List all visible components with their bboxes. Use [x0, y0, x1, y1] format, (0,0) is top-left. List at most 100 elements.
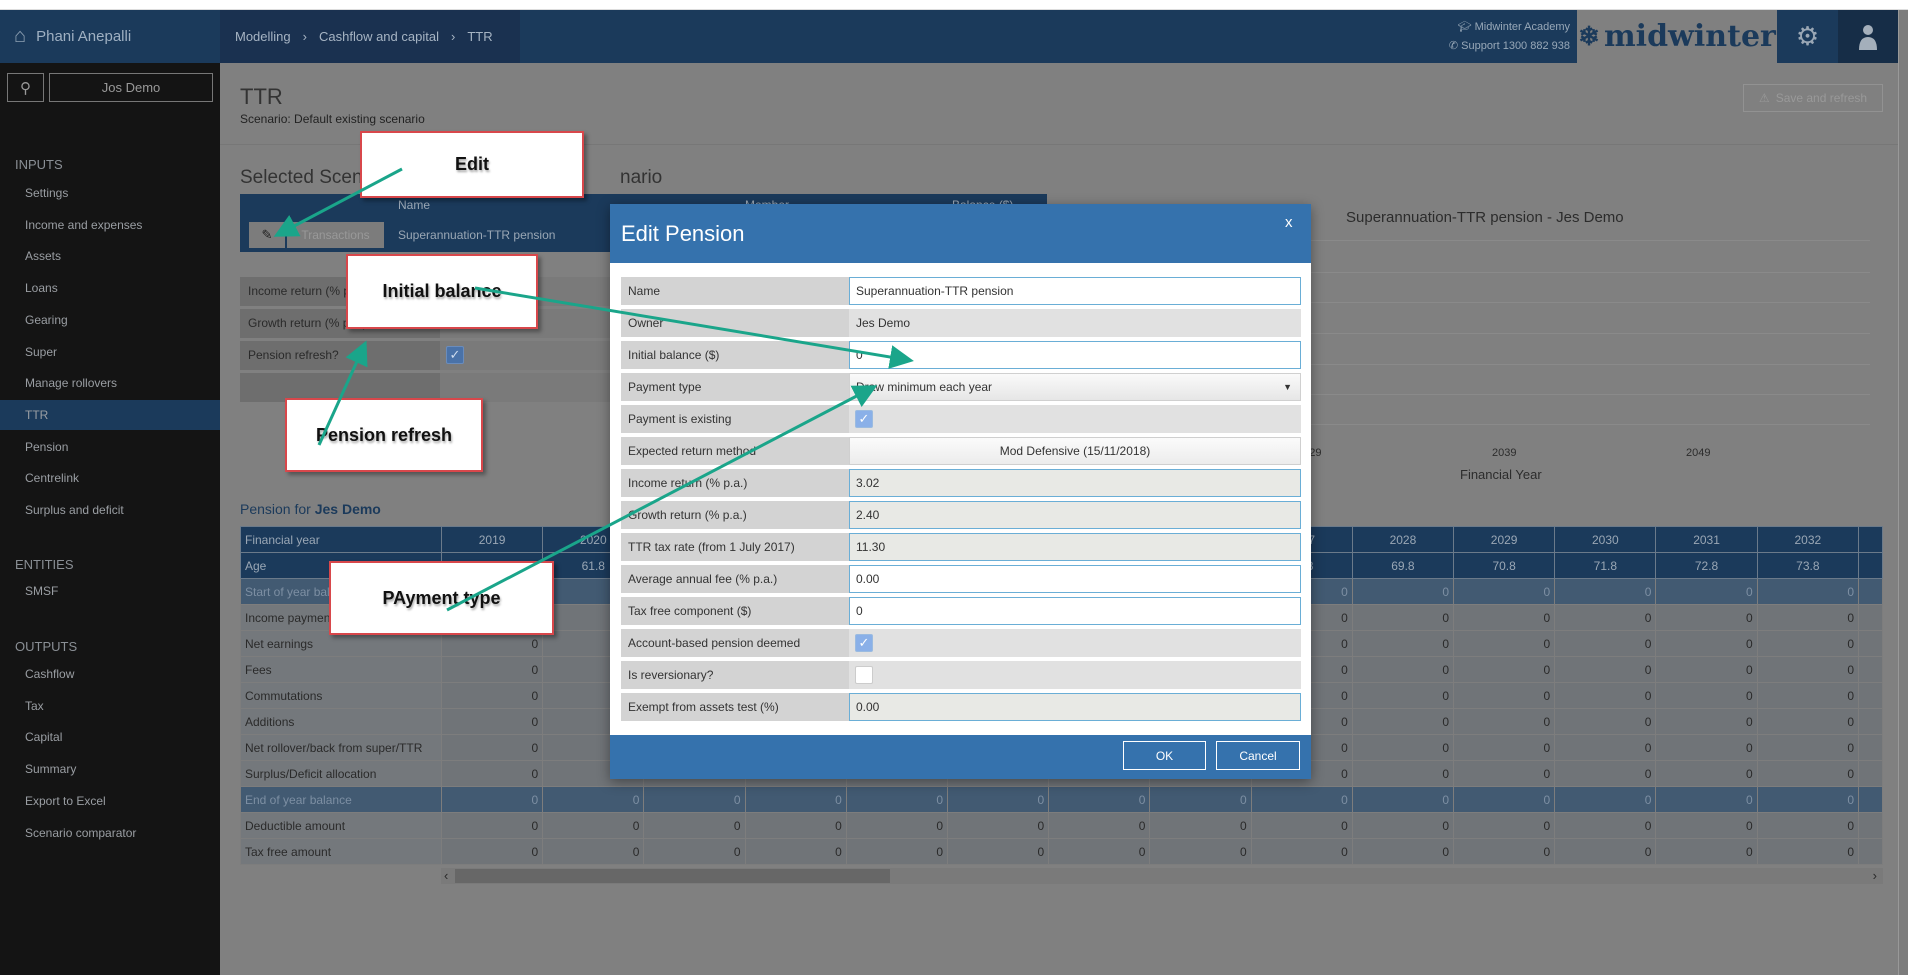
table-cell: 0: [440, 656, 544, 683]
sidebar-item-capital[interactable]: Capital: [0, 722, 220, 752]
ttr-tax-rate-from-july-input[interactable]: 11.30: [849, 533, 1301, 561]
search-button[interactable]: ⚲: [7, 73, 44, 102]
transactions-button[interactable]: Transactions: [287, 222, 384, 248]
table-cell: 0: [1453, 760, 1556, 787]
phone-icon: ✆: [1448, 40, 1462, 52]
sidebar-item-ttr[interactable]: TTR: [0, 399, 220, 430]
table-cell: 0: [947, 812, 1050, 839]
sidebar-item-manage-rollovers[interactable]: Manage rollovers: [0, 368, 220, 398]
average-annual-fee-p-a-value: 0.00: [856, 572, 880, 586]
payment-is-existing-checkbox[interactable]: ✓: [849, 405, 1301, 433]
sidebar-item-export-to-excel[interactable]: Export to Excel: [0, 786, 220, 816]
scroll-right-icon[interactable]: ›: [1873, 868, 1877, 883]
table-cell: 0: [643, 786, 746, 813]
sidebar-item-gearing[interactable]: Gearing: [0, 305, 220, 335]
table-cell: 0: [1655, 604, 1758, 631]
cancel-button[interactable]: Cancel: [1216, 741, 1300, 770]
settings-button[interactable]: ⚙: [1777, 10, 1838, 63]
page-scrollbar[interactable]: [1898, 10, 1908, 975]
table-cell: 0: [1756, 630, 1860, 657]
sidebar-item-surplus-and-deficit[interactable]: Surplus and deficit: [0, 495, 220, 525]
page-title: TTR: [240, 84, 283, 109]
table-cell: 72.8: [1655, 552, 1758, 579]
sidebar-item-scenario-comparator[interactable]: Scenario comparator: [0, 818, 220, 848]
row-label: Fees: [240, 656, 442, 683]
table-cell: 0: [440, 812, 544, 839]
pension-refresh-checkbox[interactable]: ✓: [446, 346, 464, 364]
breadcrumb-modelling[interactable]: Modelling: [235, 29, 291, 44]
sidebar-item-centrelink[interactable]: Centrelink: [0, 463, 220, 493]
checkbox-icon[interactable]: ✓: [855, 634, 873, 652]
payment-type-select[interactable]: Draw minimum each year ▼: [849, 373, 1301, 401]
owner-value: Jes Demo: [856, 316, 911, 330]
save-and-refresh-button[interactable]: ⚠ Save and refresh: [1743, 84, 1883, 112]
sidebar-item-income-and-expenses[interactable]: Income and expenses: [0, 210, 220, 240]
table-cell: 0: [1756, 760, 1860, 787]
sidebar-item-loans[interactable]: Loans: [0, 273, 220, 303]
close-icon[interactable]: x: [1285, 214, 1293, 231]
callout-edit: Edit: [360, 131, 584, 198]
sidebar-item-super[interactable]: Super: [0, 337, 220, 367]
support-link[interactable]: ✆ Support 1300 882 938: [1420, 37, 1570, 56]
scrollbar-thumb[interactable]: [455, 869, 890, 883]
table-cell: 0: [1554, 604, 1657, 631]
sidebar-item-summary[interactable]: Summary: [0, 754, 220, 784]
breadcrumb-cashflow[interactable]: Cashflow and capital: [319, 29, 439, 44]
chart-title: Superannuation-TTR pension - Jes Demo: [1346, 209, 1624, 226]
breadcrumb-ttr[interactable]: TTR: [467, 29, 492, 44]
academy-link[interactable]: 🎓︎ Midwinter Academy: [1420, 18, 1570, 37]
table-cell: 0: [1554, 630, 1657, 657]
table-cell: 0: [1453, 604, 1556, 631]
field-label: Account-based pension deemed: [621, 629, 849, 657]
callout-payment-type: PAyment type: [329, 561, 554, 635]
expected-return-method-button[interactable]: Mod Defensive (15/11/2018): [849, 437, 1301, 465]
form-row: Exempt from assets test (%) 0.00: [621, 693, 1301, 721]
warning-icon: ⚠: [1758, 91, 1770, 105]
table-cell: 0: [1351, 786, 1455, 813]
tax-free-component-input[interactable]: 0: [849, 597, 1301, 625]
scroll-left-icon[interactable]: ‹: [444, 868, 448, 883]
table-cell: 0: [1250, 838, 1353, 865]
home-link[interactable]: ⌂ Phani Anepalli: [0, 10, 220, 63]
table-cell: 0: [1554, 734, 1657, 761]
sidebar-item-smsf[interactable]: SMSF: [0, 576, 220, 606]
income-return-p-a-input[interactable]: 3.02: [849, 469, 1301, 497]
edit-button[interactable]: ✎: [249, 222, 285, 248]
table-cell: 0: [1351, 838, 1455, 865]
scenario-row-name: Superannuation-TTR pension: [398, 228, 556, 242]
sidebar-section-title: OUTPUTS: [15, 639, 78, 654]
sidebar-section-title: ENTITIES: [15, 557, 74, 572]
name-input[interactable]: Superannuation-TTR pension: [849, 277, 1301, 305]
search-icon: ⚲: [20, 79, 31, 97]
sidebar-item-tax[interactable]: Tax: [0, 691, 220, 721]
sidebar-item-settings[interactable]: Settings: [0, 178, 220, 208]
table-cell: [1858, 578, 1883, 605]
table-cell: 0: [440, 734, 544, 761]
sidebar-item-cashflow[interactable]: Cashflow: [0, 659, 220, 689]
initial-balance-input[interactable]: 0: [849, 341, 1301, 369]
browser-strip: [0, 0, 1908, 10]
average-annual-fee-p-a-input[interactable]: 0.00: [849, 565, 1301, 593]
ok-button[interactable]: OK: [1123, 741, 1206, 770]
form-row: Name Superannuation-TTR pension: [621, 277, 1301, 305]
exempt-from-assets-test-input[interactable]: 0.00: [849, 693, 1301, 721]
user-menu-button[interactable]: [1838, 10, 1898, 63]
sidebar-item-assets[interactable]: Assets: [0, 241, 220, 271]
breadcrumb: Modelling › Cashflow and capital › TTR: [220, 10, 520, 63]
sidebar-item-pension[interactable]: Pension: [0, 432, 220, 462]
is-reversionary-checkbox[interactable]: [849, 661, 1301, 689]
client-search-input[interactable]: Jos Demo: [49, 73, 213, 102]
table-cell: 0: [1149, 786, 1252, 813]
table-cell: 0: [1453, 708, 1556, 735]
checkbox-icon[interactable]: ✓: [855, 410, 873, 428]
checkbox-icon[interactable]: [855, 666, 873, 684]
growth-return-p-a-input[interactable]: 2.40: [849, 501, 1301, 529]
expected-return-method-value: Mod Defensive (15/11/2018): [999, 444, 1151, 458]
table-cell: 0: [947, 786, 1050, 813]
snowflake-icon: ❄: [1578, 21, 1600, 52]
callout-initial-balance: Initial balance: [346, 254, 538, 329]
form-row: Owner Jes Demo: [621, 309, 1301, 337]
table-cell: 0: [1149, 812, 1252, 839]
table-cell: 0: [1655, 734, 1758, 761]
account-based-pension-deemed-checkbox[interactable]: ✓: [849, 629, 1301, 657]
